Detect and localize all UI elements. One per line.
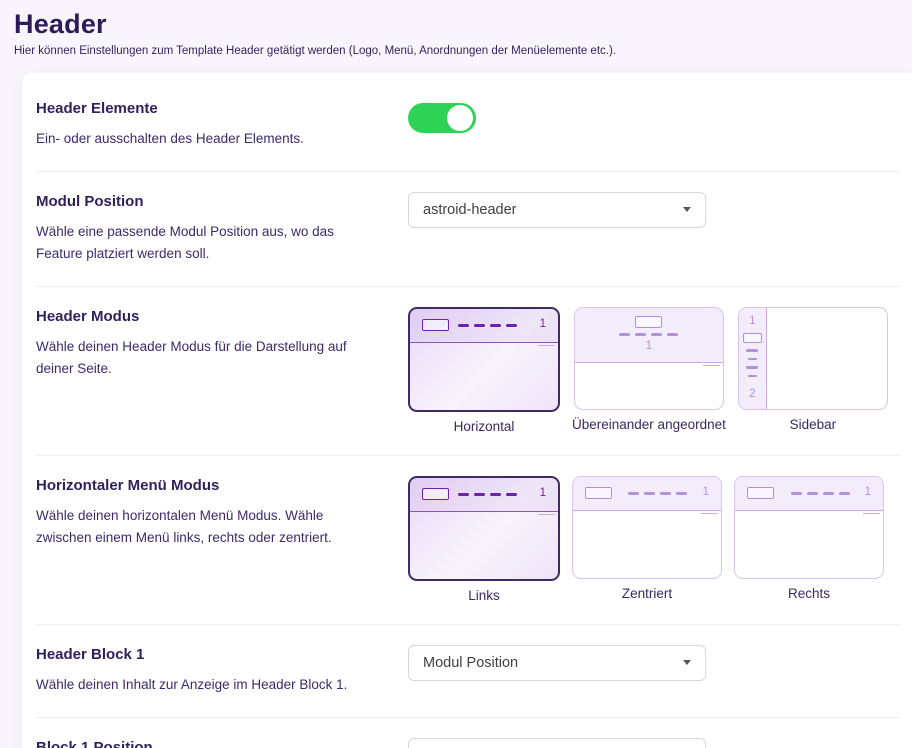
row-menu-modus: Horizontaler Menü Modus Wähle deinen hor… [36,455,900,624]
submenu-notch [701,513,718,514]
block-1-position-label: Block 1 Position [36,738,380,748]
block-number: 1 [703,487,709,499]
logo-placeholder-icon [422,319,449,331]
header-modus-label: Header Modus [36,307,380,327]
option-label: Sidebar [790,417,837,432]
menu-dash-icon [748,358,757,361]
header-modus-description: Wähle deinen Header Modus für die Darste… [36,336,380,379]
block-number: 1 [865,487,871,499]
row-header-block-1: Header Block 1 Wähle deinen Inhalt zur A… [36,624,900,717]
menu-dashes-icon [628,492,687,495]
row-block-1-position: Block 1 Position Wähle eine Position für… [36,717,900,748]
menu-modus-description: Wähle deinen horizontalen Menü Modus. Wä… [36,505,380,548]
option-label: Zentriert [622,586,672,601]
header-modus-horizontal-preview: 1 [408,307,560,412]
page-subtitle: Hier können Einstellungen zum Template H… [14,45,898,57]
option-header-modus-sidebar[interactable]: 1 2 Sidebar [738,307,888,434]
header-block-1-select[interactable]: Modul Position [408,645,706,681]
option-label: Übereinander angeordnet [572,417,726,432]
option-menu-links[interactable]: 1 Links [408,476,560,603]
chevron-down-icon [683,207,691,212]
menu-dashes-icon [791,492,850,495]
menu-dash-icon [746,349,758,352]
menu-dashes-icon [619,333,678,336]
header-modus-stacked-preview: 1 [574,307,724,410]
block-number: 1 [749,316,755,328]
header-elemente-label: Header Elemente [36,99,380,119]
block-1-position-select[interactable]: suche [408,738,706,748]
option-label: Horizontal [454,419,515,434]
logo-placeholder-icon [747,487,774,499]
logo-placeholder-icon [422,488,449,500]
option-header-modus-stacked[interactable]: 1 Übereinander angeordnet [572,307,726,434]
menu-modus-label: Horizontaler Menü Modus [36,476,380,496]
option-header-modus-horizontal[interactable]: 1 Horizontal [408,307,560,434]
block-number: 2 [749,389,755,401]
header-modus-sidebar-preview: 1 2 [738,307,888,410]
menu-zentriert-preview: 1 [572,476,722,579]
submenu-notch [703,365,720,366]
row-header-modus: Header Modus Wähle deinen Header Modus f… [36,286,900,455]
modul-position-select[interactable]: astroid-header [408,192,706,228]
option-label: Links [468,588,500,603]
menu-dash-icon [748,375,757,378]
menu-links-preview: 1 [408,476,560,581]
header-block-1-value: Modul Position [423,655,518,671]
logo-placeholder-icon [585,487,612,499]
submenu-notch [538,514,555,515]
option-menu-zentriert[interactable]: 1 Zentriert [572,476,722,603]
logo-placeholder-icon [635,316,662,328]
header-elemente-description: Ein- oder ausschalten des Header Element… [36,128,380,150]
header-block-1-label: Header Block 1 [36,645,380,665]
settings-card: Header Elemente Ein- oder ausschalten de… [22,73,912,748]
menu-dashes-icon [458,324,517,327]
logo-placeholder-icon [743,333,762,343]
header-elemente-toggle[interactable] [408,103,476,133]
menu-dash-icon [746,366,758,369]
toggle-knob [447,105,473,131]
chevron-down-icon [683,660,691,665]
modul-position-label: Modul Position [36,192,380,212]
option-label: Rechts [788,586,830,601]
block-number: 1 [646,341,652,353]
block-number: 1 [540,319,546,331]
modul-position-description: Wähle eine passende Modul Position aus, … [36,221,380,264]
menu-rechts-preview: 1 [734,476,884,579]
menu-dashes-icon [458,493,517,496]
submenu-notch [538,345,555,346]
submenu-notch [863,513,880,514]
row-header-elemente: Header Elemente Ein- oder ausschalten de… [36,79,900,171]
modul-position-value: astroid-header [423,202,517,218]
row-modul-position: Modul Position Wähle eine passende Modul… [36,171,900,286]
block-number: 1 [540,488,546,500]
option-menu-rechts[interactable]: 1 Rechts [734,476,884,603]
page-title: Header [14,8,898,42]
page-header: Header Hier können Einstellungen zum Tem… [0,0,912,57]
header-block-1-description: Wähle deinen Inhalt zur Anzeige im Heade… [36,674,380,696]
